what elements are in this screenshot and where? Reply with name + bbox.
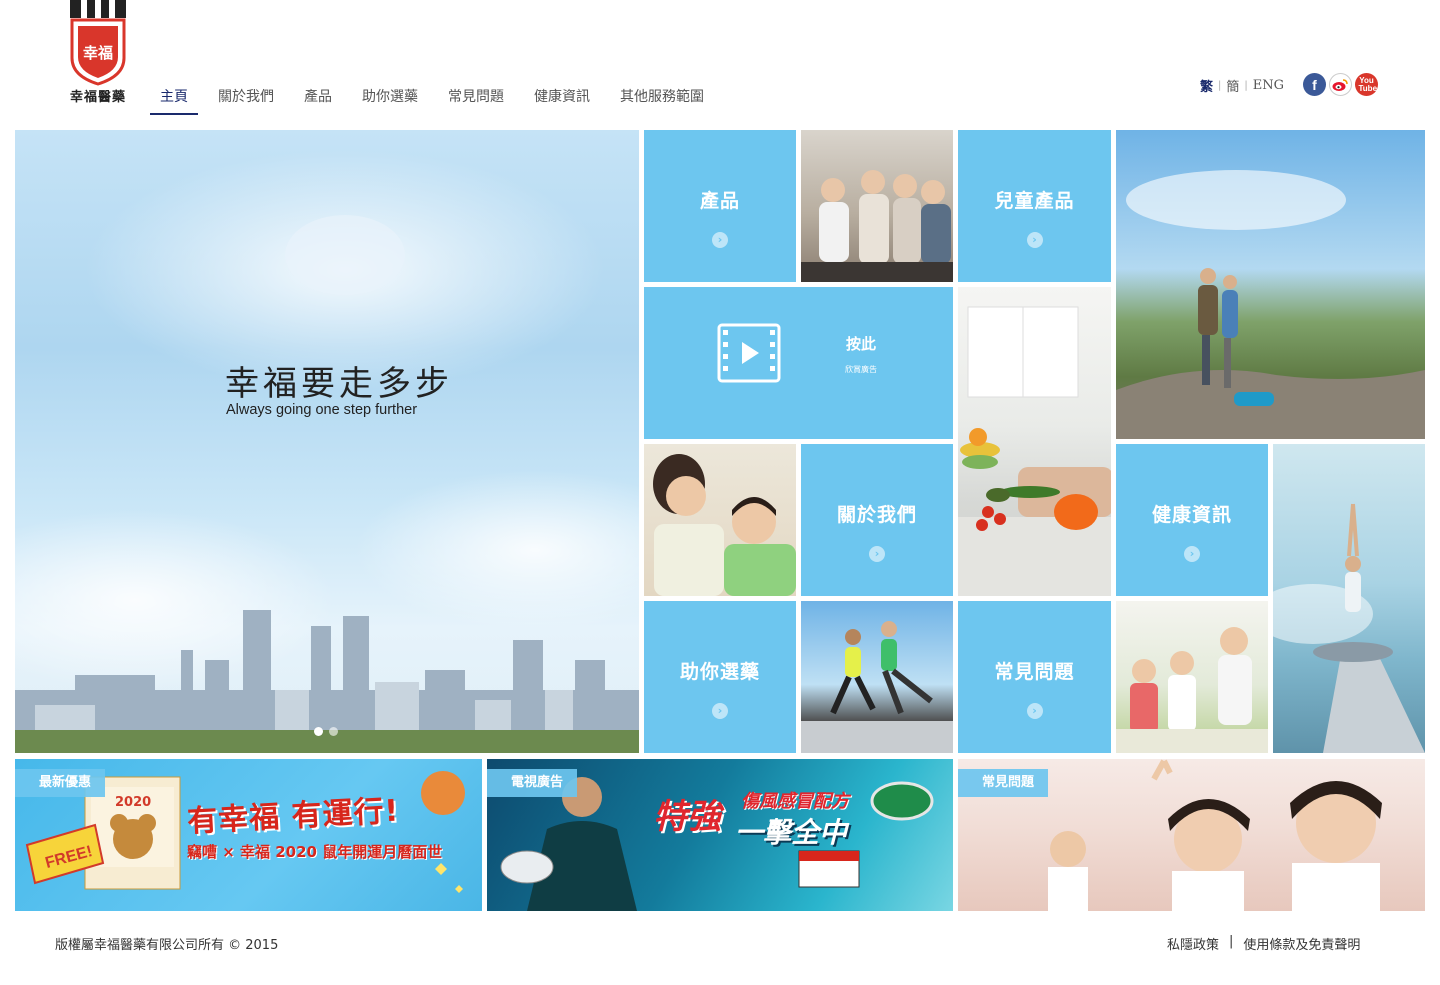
weibo-icon[interactable] <box>1329 73 1352 96</box>
brand-logo[interactable]: 幸福 <box>70 0 126 86</box>
nav-item-about[interactable]: 關於我們 <box>208 84 284 115</box>
tile-label: 產品 <box>699 190 740 212</box>
video-title: 按此 <box>845 335 876 353</box>
arrow-right-icon: › <box>1026 703 1043 719</box>
lang-separator: | <box>1244 80 1248 91</box>
youtube-icon[interactable]: You Tube <box>1355 73 1378 96</box>
hero-slogan-en: Always going one step further <box>226 402 418 418</box>
arrow-right-icon: › <box>1026 232 1043 248</box>
footer-separator: | <box>1229 934 1234 949</box>
facebook-glyph: f <box>1312 76 1317 93</box>
facebook-icon[interactable]: f <box>1303 73 1326 96</box>
slider-dots <box>314 727 338 736</box>
video-text-block: 按此 欣賞廣告 <box>844 333 878 375</box>
tile-faq[interactable]: 常見問題 › <box>958 601 1111 753</box>
tv-ad-headline-hit: 一擊全中 <box>735 816 848 849</box>
nav-item-health-info[interactable]: 健康資訊 <box>524 84 600 115</box>
banner-tag: 常見問題 <box>958 769 1049 797</box>
nav-item-faq[interactable]: 常見問題 <box>438 84 514 115</box>
slider-dot[interactable] <box>314 727 323 736</box>
kitchen-illustration <box>958 306 1111 596</box>
banner-tag: 最新優惠 <box>15 769 106 797</box>
hero-slogan-cn: 幸福要走多步 <box>225 364 453 404</box>
mother-child-illustration <box>653 454 796 596</box>
yoga-illustration <box>1273 503 1425 753</box>
nav-item-other-services[interactable]: 其他服務範圍 <box>610 84 714 115</box>
banner-faq[interactable]: 常見問題 <box>958 759 1425 911</box>
photo-hikers-mountain <box>1116 130 1425 439</box>
photo-family-picnic <box>1116 601 1268 753</box>
banner-tv-ad[interactable]: 特強 傷風感冒配方 一擊全中 電視廣告 <box>487 759 953 911</box>
tile-label: 常見問題 <box>994 661 1075 683</box>
privacy-policy-link[interactable]: 私隱政策 <box>1167 934 1219 953</box>
tile-label: 兒童產品 <box>994 190 1075 212</box>
logo-mark-text: 幸福 <box>83 44 113 62</box>
tile-label: 助你選藥 <box>679 661 760 683</box>
tv-ad-headline-strong: 特強 <box>653 797 721 837</box>
tile-health-info[interactable]: 健康資訊 › <box>1116 444 1268 596</box>
photo-running-couple <box>801 601 953 753</box>
terms-link[interactable]: 使用條款及免責聲明 <box>1243 934 1360 953</box>
main-nav: 主頁 關於我們 產品 助你選藥 常見問題 健康資訊 其他服務範圍 <box>150 84 724 115</box>
tile-choose-medicine[interactable]: 助你選藥 › <box>644 601 796 753</box>
photo-yoga-pier <box>1273 444 1425 753</box>
promo-calendar-year: 2020 <box>115 795 152 810</box>
slider-dot[interactable] <box>329 727 338 736</box>
hero-illustration <box>15 150 639 753</box>
tile-watch-video[interactable]: 按此 欣賞廣告 <box>644 287 953 439</box>
tile-about-us[interactable]: 關於我們 › <box>801 444 953 596</box>
footer-links: 私隱政策 | 使用條款及免責聲明 <box>1167 934 1360 953</box>
nav-item-choose-medicine[interactable]: 助你選藥 <box>352 84 428 115</box>
lang-traditional[interactable]: 繁 <box>1200 76 1213 95</box>
arrow-right-icon: › <box>712 232 728 248</box>
arrow-right-icon: › <box>869 546 885 562</box>
tile-label: 關於我們 <box>836 504 917 526</box>
banner-promo[interactable]: FREE! 2020 有幸福 有運行! 竊嘈 × 幸福 2020 鼠年開運月曆面… <box>15 759 482 911</box>
nav-item-products[interactable]: 產品 <box>294 84 342 115</box>
lang-english[interactable]: ENG <box>1253 78 1284 93</box>
lang-simplified[interactable]: 簡 <box>1226 76 1239 95</box>
banner-tag: 電視廣告 <box>487 769 578 797</box>
youtube-glyph: You Tube <box>1358 75 1378 93</box>
video-play-icon <box>717 323 781 383</box>
promo-subline: 竊嘈 × 幸福 2020 鼠年開運月曆面世 <box>187 843 443 861</box>
copyright-text: 版權屬幸福醫藥有限公司所有 © 2015 <box>55 938 279 953</box>
tile-label: 健康資訊 <box>1151 504 1232 526</box>
tile-kids-products[interactable]: 兒童產品 › <box>958 130 1111 282</box>
lang-separator: | <box>1218 80 1222 91</box>
hero-slider[interactable]: 幸福要走多步 Always going one step further <box>15 130 639 753</box>
arrow-right-icon: › <box>1184 546 1200 562</box>
nav-item-home[interactable]: 主頁 <box>150 84 198 115</box>
photo-kitchen-vegetables <box>958 287 1111 596</box>
runners-illustration <box>801 621 953 753</box>
arrow-right-icon: › <box>712 703 728 719</box>
brand-name: 幸福醫藥 <box>70 90 127 105</box>
photo-friends-drinking <box>801 130 953 282</box>
tv-ad-headline-formula: 傷風感冒配方 <box>741 791 849 812</box>
hikers-illustration <box>1116 170 1425 439</box>
language-switcher: 繁 | 簡 | ENG <box>1200 76 1284 95</box>
tile-products[interactable]: 產品 › <box>644 130 796 282</box>
people-illustration <box>801 170 953 282</box>
video-subtitle: 欣賞廣告 <box>845 365 877 374</box>
photo-mother-child <box>644 444 796 596</box>
picnic-illustration <box>1116 627 1268 753</box>
